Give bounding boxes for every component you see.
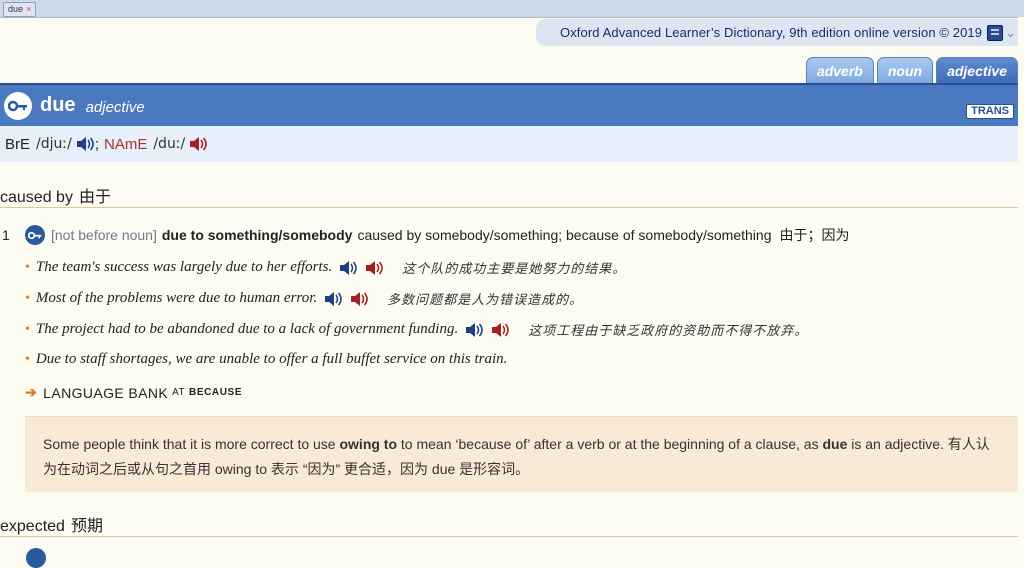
example-translation: 多数问题都是人为错误造成的。 — [387, 293, 584, 308]
tab-adjective[interactable]: adjective — [936, 57, 1018, 83]
source-title: Oxford Advanced Learner’s Dictionary, 9t… — [560, 25, 983, 40]
speaker-blue-icon[interactable] — [464, 322, 484, 338]
bullet-icon: • — [25, 321, 30, 337]
example-translation: 这个队的成功主要是她努力的结果。 — [402, 262, 627, 277]
note-bold: owing to — [339, 436, 398, 452]
tab-adverb[interactable]: adverb — [805, 57, 874, 83]
shortcut-label-zh: 预期 — [70, 518, 103, 535]
part-of-speech: adjective — [85, 99, 145, 116]
usage-note: Some people think that it is more correc… — [25, 416, 1018, 492]
speaker-red-icon[interactable] — [349, 291, 369, 307]
key-icon — [26, 548, 46, 568]
key-icon — [4, 91, 32, 120]
grammar-label: [not before noun] — [51, 227, 157, 243]
bullet-icon: • — [25, 351, 30, 367]
page-edge — [1018, 17, 1024, 555]
sense-number: 1 — [2, 227, 10, 243]
language-bank-at: AT — [172, 387, 185, 398]
example-item: • The team's success was largely due to … — [25, 258, 626, 277]
example-text: Due to staff shortages, we are unable to… — [35, 351, 508, 367]
pos-tabs: adverb noun adjective — [805, 57, 1018, 83]
key-icon — [25, 225, 45, 245]
example-item: • The project had to be abandoned due to… — [25, 320, 808, 339]
speaker-red-icon[interactable] — [490, 322, 510, 338]
example-translation: 这项工程由于缺乏政府的资助而不得不放弃。 — [528, 324, 809, 339]
shortcut-label: caused by — [0, 189, 73, 206]
bre-label: BrE — [5, 135, 31, 153]
bre-ipa: /djuː/ — [36, 136, 72, 152]
bullet-icon: • — [25, 259, 30, 275]
name-ipa: /duː/ — [153, 136, 186, 152]
shortcut-heading: caused by 由于 — [0, 183, 1018, 208]
note-text: to mean ‘because of’ after a verb or at … — [397, 436, 823, 452]
trans-button[interactable]: TRANS — [966, 104, 1014, 119]
language-bank-target[interactable]: BECAUSE — [189, 387, 242, 398]
note-text: Some people think that it is more correc… — [43, 436, 340, 452]
definition-text: caused by somebody/something; because of… — [357, 227, 772, 243]
example-item: • Due to staff shortages, we are unable … — [25, 351, 507, 368]
note-text: is an adjective. — [847, 436, 948, 452]
language-bank-label: LANGUAGE BANK — [43, 384, 169, 401]
entry-header: due adjective TRANS — [0, 83, 1018, 126]
source-bar: Oxford Advanced Learner’s Dictionary, 9t… — [536, 19, 1020, 46]
speaker-red-icon[interactable] — [188, 136, 208, 152]
close-icon[interactable]: × — [26, 3, 31, 16]
collocation: due to something/somebody — [161, 227, 353, 243]
example-text: The team's success was largely due to he… — [35, 259, 333, 275]
tab-noun[interactable]: noun — [876, 57, 934, 83]
browser-tabstrip: due × — [0, 0, 1024, 18]
speaker-red-icon[interactable] — [364, 260, 384, 276]
definition-zh: 由于；因为 — [779, 227, 850, 243]
speaker-blue-icon[interactable] — [338, 260, 358, 276]
example-item: • Most of the problems were due to human… — [25, 289, 583, 308]
shortcut-heading: expected 预期 — [0, 512, 1018, 537]
book-icon[interactable] — [987, 24, 1004, 41]
browser-tab[interactable]: due × — [3, 2, 37, 17]
headword: due — [40, 94, 76, 116]
sense-definition: [not before noun] due to something/someb… — [25, 225, 849, 245]
shortcut-label-zh: 由于 — [78, 189, 111, 206]
example-text: Most of the problems were due to human e… — [35, 290, 318, 306]
name-label: NAmE — [104, 135, 148, 153]
language-bank-link[interactable]: ➔ LANGUAGE BANK AT BECAUSE — [25, 384, 242, 401]
speaker-blue-icon[interactable] — [75, 136, 95, 152]
pronunciation-bar: BrE /djuː/ ; NAmE /duː/ — [0, 126, 1018, 162]
tab-label: due — [8, 4, 24, 14]
chevron-down-icon[interactable]: ⌄ — [1005, 25, 1016, 41]
bullet-icon: • — [25, 290, 30, 306]
arrow-right-icon: ➔ — [25, 384, 38, 400]
note-bold: due — [822, 436, 848, 452]
example-text: The project had to be abandoned due to a… — [35, 321, 459, 337]
pron-separator: ; — [94, 135, 99, 153]
speaker-blue-icon[interactable] — [323, 291, 343, 307]
shortcut-label: expected — [0, 518, 65, 535]
